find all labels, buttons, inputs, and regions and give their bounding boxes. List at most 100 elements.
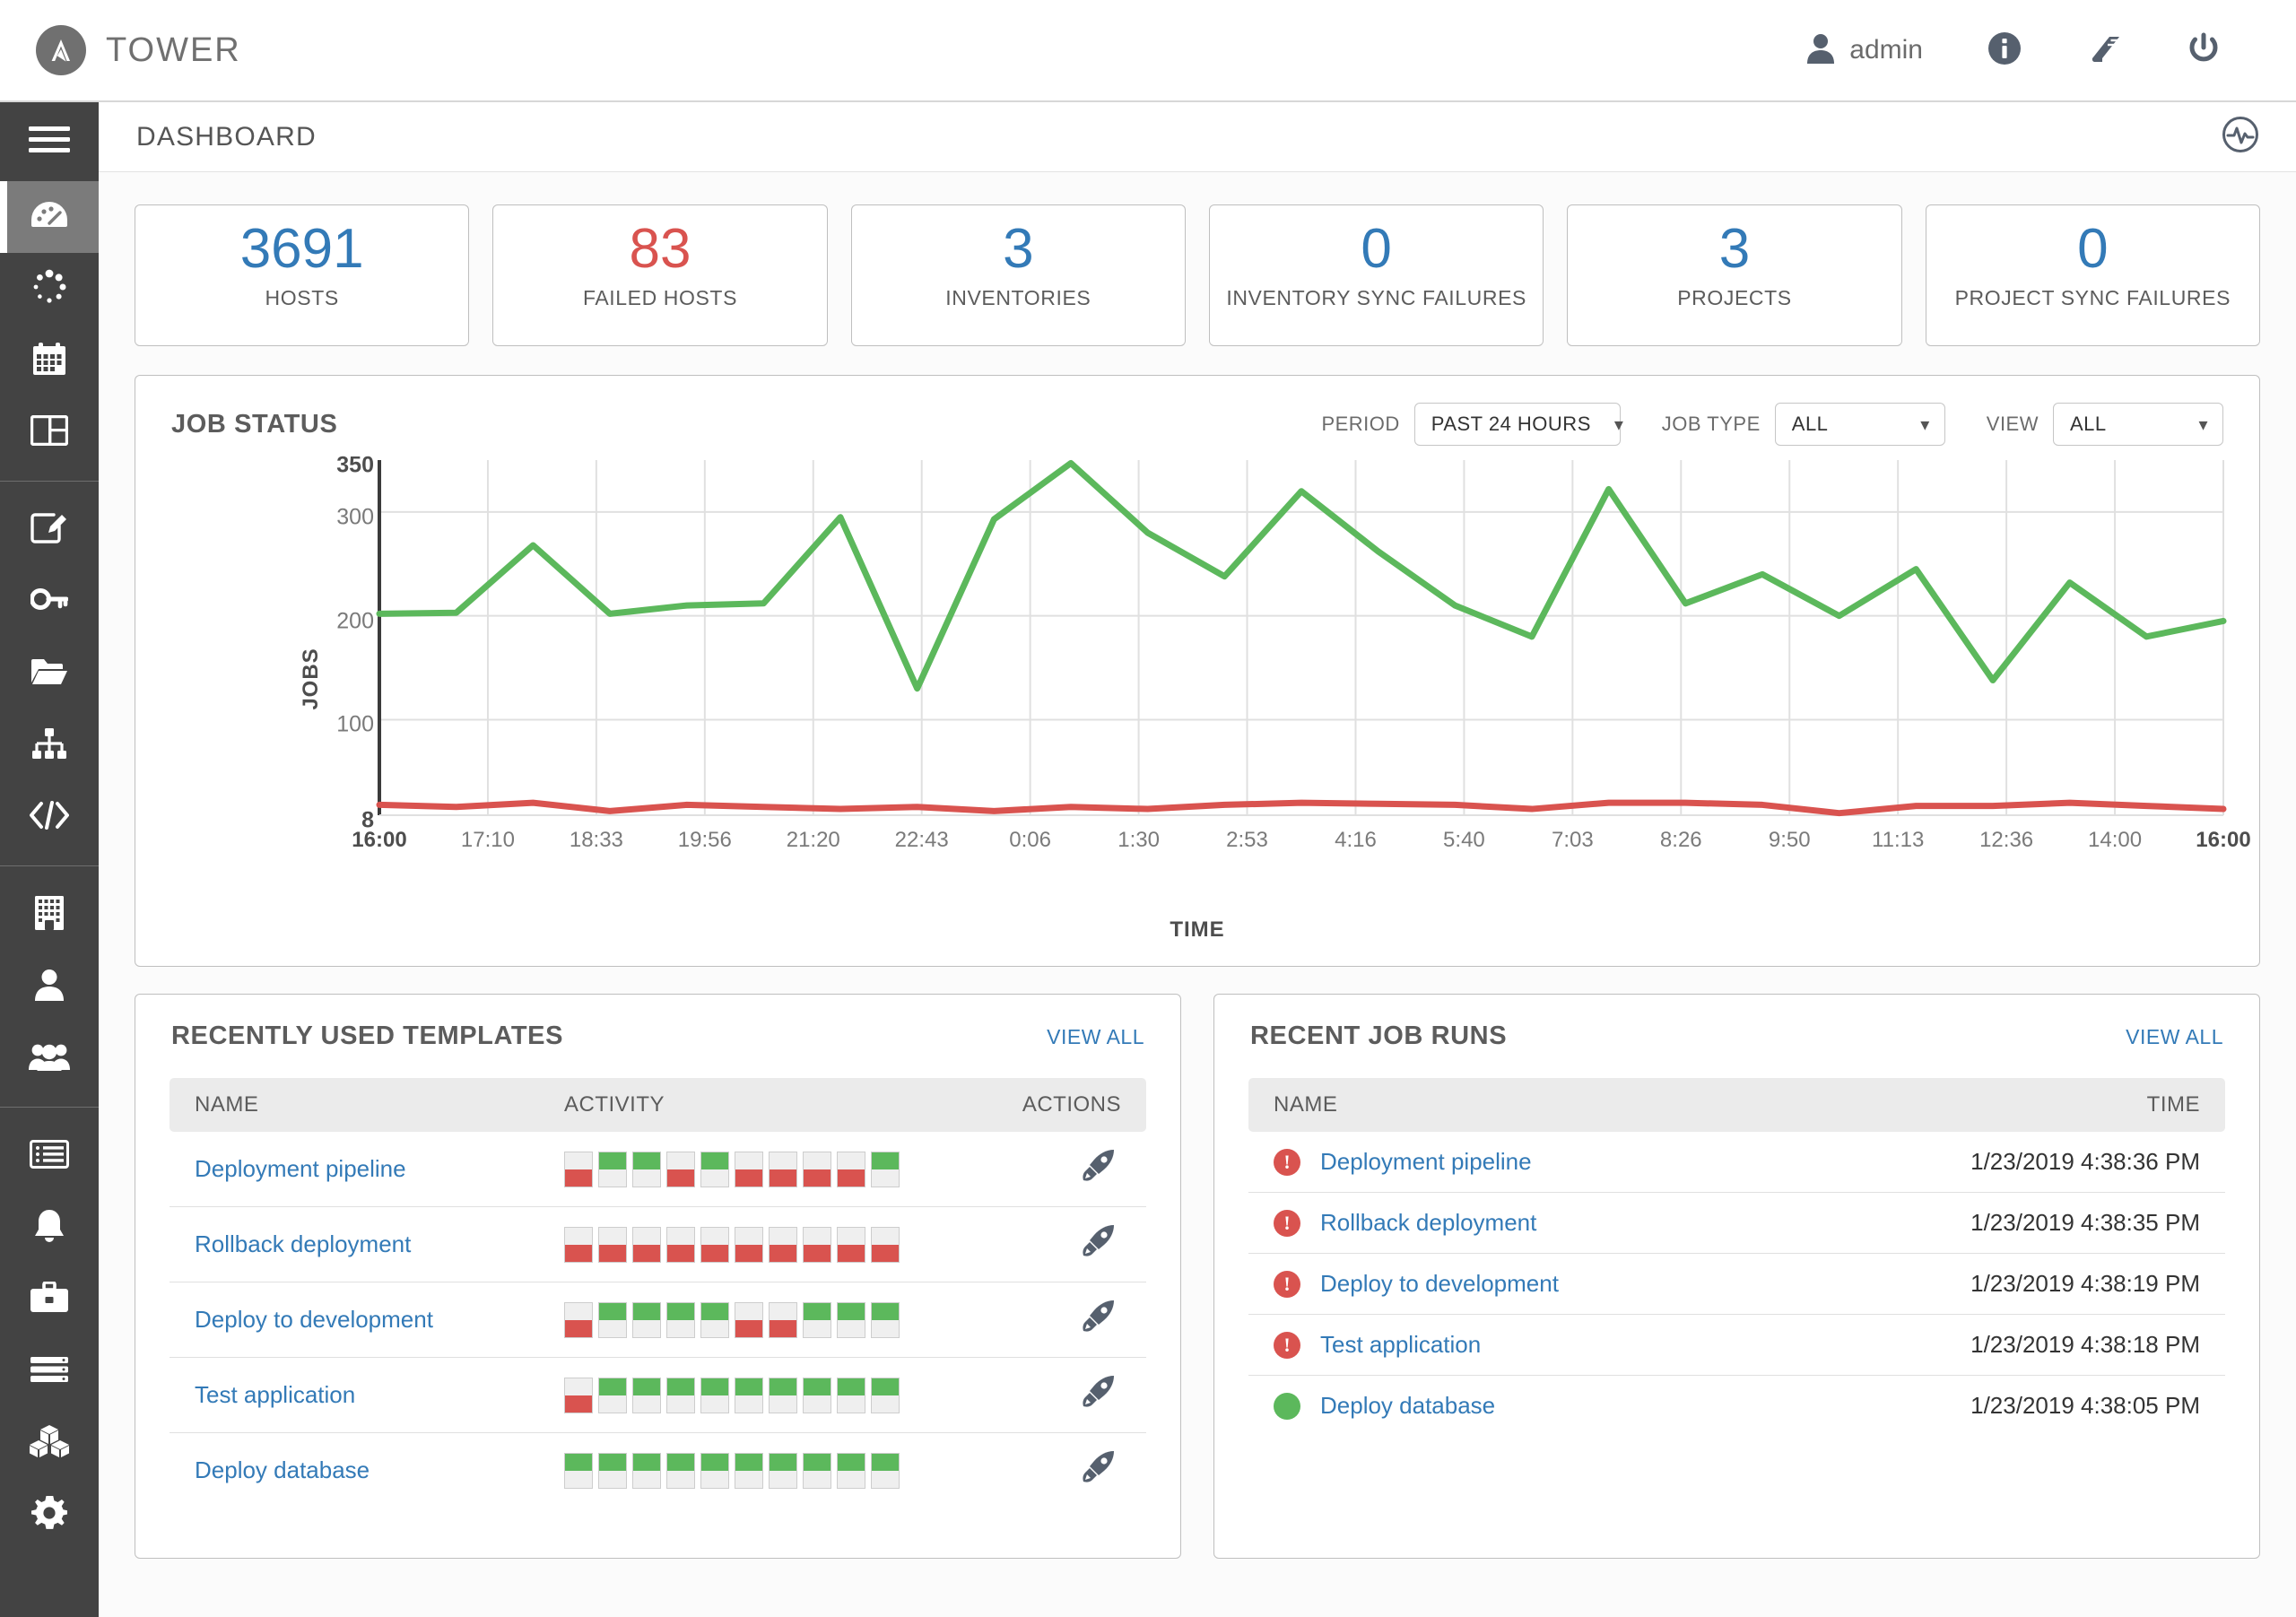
table-row[interactable]: ! Deployment pipeline 1/23/2019 4:38:36 PM (1248, 1132, 2225, 1193)
activity-cell-success[interactable] (871, 1377, 900, 1413)
activity-cell-success[interactable] (632, 1452, 661, 1489)
rocket-icon[interactable] (1080, 1150, 1116, 1189)
jobs-view-all-link[interactable]: VIEW ALL (2126, 1025, 2223, 1049)
stat-card-project-sync-failures[interactable]: 0 PROJECT SYNC FAILURES (1925, 204, 2260, 346)
activity-cell-failed[interactable] (769, 1151, 797, 1187)
table-row[interactable]: ! Deploy to development 1/23/2019 4:38:19 … (1248, 1253, 2225, 1315)
sidebar-item-applications[interactable] (0, 1335, 99, 1407)
table-row[interactable]: ! Rollback deployment 1/23/2019 4:38:35 PM (1248, 1192, 2225, 1254)
table-row[interactable]: Rollback deployment (170, 1206, 1146, 1282)
sidebar-item-management-jobs[interactable] (0, 1120, 99, 1192)
activity-cell-failed[interactable] (632, 1226, 661, 1263)
template-name-link[interactable]: Deployment pipeline (195, 1155, 406, 1182)
job-run-name-link[interactable]: Rollback deployment (1320, 1209, 1536, 1237)
activity-cell-failed[interactable] (666, 1226, 695, 1263)
sidebar-item-schedules[interactable] (0, 325, 99, 396)
activity-cell-success[interactable] (700, 1377, 729, 1413)
sidebar-toggle-button[interactable] (0, 102, 99, 181)
activity-cell-success[interactable] (666, 1301, 695, 1338)
sidebar-item-integrations[interactable] (0, 1407, 99, 1479)
sidebar-item-inventories[interactable] (0, 709, 99, 781)
activity-cell-success[interactable] (632, 1377, 661, 1413)
view-select[interactable]: ALL ▾ (2053, 403, 2223, 446)
templates-view-all-link[interactable]: VIEW ALL (1047, 1025, 1144, 1049)
rocket-icon[interactable] (1080, 1376, 1116, 1415)
period-select[interactable]: PAST 24 HOURS ▾ (1413, 403, 1623, 446)
activity-cell-success[interactable] (598, 1151, 627, 1187)
template-name-link[interactable]: Rollback deployment (195, 1230, 411, 1257)
activity-cell-failed[interactable] (564, 1301, 593, 1338)
rocket-icon[interactable] (1080, 1225, 1116, 1265)
activity-cell-failed[interactable] (871, 1226, 900, 1263)
rocket-icon[interactable] (1080, 1300, 1116, 1340)
info-button[interactable] (1955, 0, 2054, 101)
job-run-name-link[interactable]: Deploy database (1320, 1392, 1495, 1420)
activity-cell-success[interactable] (803, 1452, 831, 1489)
sidebar-item-inventory-scripts[interactable] (0, 781, 99, 853)
stat-card-projects[interactable]: 3 PROJECTS (1567, 204, 1902, 346)
table-row[interactable]: Test application (170, 1357, 1146, 1433)
template-name-link[interactable]: Deploy to development (195, 1306, 433, 1333)
activity-cell-success[interactable] (871, 1301, 900, 1338)
job-run-name-link[interactable]: Test application (1320, 1331, 1481, 1359)
job-run-name-link[interactable]: Deployment pipeline (1320, 1148, 1532, 1176)
table-row[interactable]: Deploy to development (170, 1282, 1146, 1358)
activity-cell-success[interactable] (837, 1377, 865, 1413)
activity-cell-success[interactable] (700, 1452, 729, 1489)
sidebar-item-jobs[interactable] (0, 253, 99, 325)
activity-cell-success[interactable] (803, 1301, 831, 1338)
activity-cell-failed[interactable] (598, 1226, 627, 1263)
sidebar-item-teams[interactable] (0, 1022, 99, 1094)
activity-cell-failed[interactable] (564, 1377, 593, 1413)
activity-cell-success[interactable] (837, 1452, 865, 1489)
docs-button[interactable] (2054, 0, 2154, 101)
table-row[interactable]: Deploy database 1/23/2019 4:38:05 PM (1248, 1376, 2225, 1437)
activity-cell-success[interactable] (598, 1301, 627, 1338)
activity-cell-success[interactable] (837, 1301, 865, 1338)
activity-cell-success[interactable] (598, 1377, 627, 1413)
activity-cell-failed[interactable] (564, 1151, 593, 1187)
sidebar-item-dashboard[interactable] (0, 181, 99, 253)
activity-cell-success[interactable] (871, 1151, 900, 1187)
activity-cell-failed[interactable] (769, 1301, 797, 1338)
table-row[interactable]: Deploy database (170, 1433, 1146, 1508)
activity-stream-button[interactable] (2222, 117, 2258, 157)
activity-cell-success[interactable] (598, 1452, 627, 1489)
activity-cell-success[interactable] (803, 1377, 831, 1413)
activity-cell-failed[interactable] (837, 1151, 865, 1187)
activity-cell-success[interactable] (769, 1377, 797, 1413)
activity-cell-failed[interactable] (564, 1226, 593, 1263)
stat-card-hosts[interactable]: 3691 HOSTS (135, 204, 470, 346)
table-row[interactable]: Deployment pipeline (170, 1132, 1146, 1207)
activity-cell-failed[interactable] (803, 1226, 831, 1263)
activity-cell-failed[interactable] (837, 1226, 865, 1263)
sidebar-item-credentials[interactable] (0, 566, 99, 638)
activity-cell-failed[interactable] (666, 1151, 695, 1187)
activity-cell-failed[interactable] (735, 1226, 763, 1263)
brand[interactable]: TOWER (36, 25, 241, 75)
template-name-link[interactable]: Test application (195, 1381, 355, 1408)
activity-cell-failed[interactable] (735, 1151, 763, 1187)
rocket-icon[interactable] (1080, 1451, 1116, 1491)
activity-cell-failed[interactable] (803, 1151, 831, 1187)
activity-cell-failed[interactable] (700, 1226, 729, 1263)
activity-cell-success[interactable] (632, 1151, 661, 1187)
stat-card-inventories[interactable]: 3 INVENTORIES (850, 204, 1186, 346)
activity-cell-success[interactable] (769, 1452, 797, 1489)
stat-card-inventory-sync-failures[interactable]: 0 INVENTORY SYNC FAILURES (1208, 204, 1544, 346)
sidebar-item-instance-groups[interactable] (0, 1264, 99, 1335)
activity-cell-success[interactable] (735, 1377, 763, 1413)
sidebar-item-templates[interactable] (0, 494, 99, 566)
sidebar-item-organizations[interactable] (0, 879, 99, 951)
table-row[interactable]: ! Test application 1/23/2019 4:38:18 PM (1248, 1314, 2225, 1376)
sidebar-item-settings[interactable] (0, 1479, 99, 1551)
sidebar-item-users[interactable] (0, 951, 99, 1022)
logout-button[interactable] (2154, 0, 2253, 101)
activity-cell-success[interactable] (666, 1452, 695, 1489)
sidebar-item-notifications[interactable] (0, 1192, 99, 1264)
activity-cell-success[interactable] (700, 1151, 729, 1187)
activity-cell-success[interactable] (632, 1301, 661, 1338)
activity-cell-success[interactable] (666, 1377, 695, 1413)
activity-cell-success[interactable] (564, 1452, 593, 1489)
stat-card-failed-hosts[interactable]: 83 FAILED HOSTS (492, 204, 828, 346)
